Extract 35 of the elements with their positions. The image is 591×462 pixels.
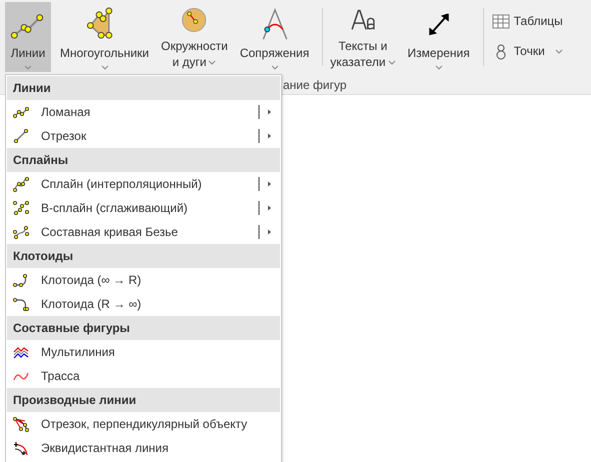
polyline-icon: [13, 104, 29, 120]
menu-item[interactable]: Сплайн (интерполяционный): [7, 172, 280, 196]
clothoid-icon: [13, 296, 29, 312]
spline-icon: [13, 176, 29, 192]
menu-item[interactable]: B-сплайн (сглаживающий): [7, 196, 280, 220]
ribbon-button[interactable]: Точки: [488, 40, 567, 62]
menu-item[interactable]: Эквидистантная линия: [7, 436, 280, 460]
ribbon-button[interactable]: Измерения: [404, 2, 473, 72]
menu-item[interactable]: Клотоида (R → ∞): [7, 292, 280, 316]
section-header: Линии: [7, 76, 280, 100]
offset-curve-icon: [13, 440, 29, 456]
menu-item[interactable]: Трасса: [7, 364, 280, 388]
ribbon-button[interactable]: Линии: [5, 2, 51, 72]
line-segment-icon: [13, 128, 29, 144]
perpendicular-icon: [13, 416, 29, 432]
ribbon-button[interactable]: Таблицы: [488, 10, 567, 32]
menu-item[interactable]: Мультилиния: [7, 340, 280, 364]
table-icon: [492, 12, 510, 30]
section-header: Производные линии: [7, 388, 280, 412]
menu-item[interactable]: Отрезок, перпендикулярный объекту: [7, 412, 280, 436]
ribbon-button[interactable]: Многоугольники: [57, 2, 152, 72]
menu-item[interactable]: Ломаная: [7, 100, 280, 124]
group-label: ание фигур: [283, 77, 347, 94]
ribbon-button[interactable]: Тексты и указатели: [327, 2, 399, 72]
ribbon-button[interactable]: Окружности и дуги: [158, 2, 231, 72]
curve-icon: [13, 224, 29, 240]
section-header: Составные фигуры: [7, 316, 280, 340]
section-header: Клотоиды: [7, 244, 280, 268]
section-header: Сплайны: [7, 148, 280, 172]
ribbon-button[interactable]: Сопряжения: [236, 2, 312, 72]
menu-item[interactable]: Составная кривая Безье: [7, 220, 280, 244]
clothoid-icon: [13, 272, 29, 288]
menu-item[interactable]: Клотоида (∞ → R): [7, 268, 280, 292]
spline-icon: [13, 200, 29, 216]
menu-item[interactable]: Отрезок: [7, 124, 280, 148]
